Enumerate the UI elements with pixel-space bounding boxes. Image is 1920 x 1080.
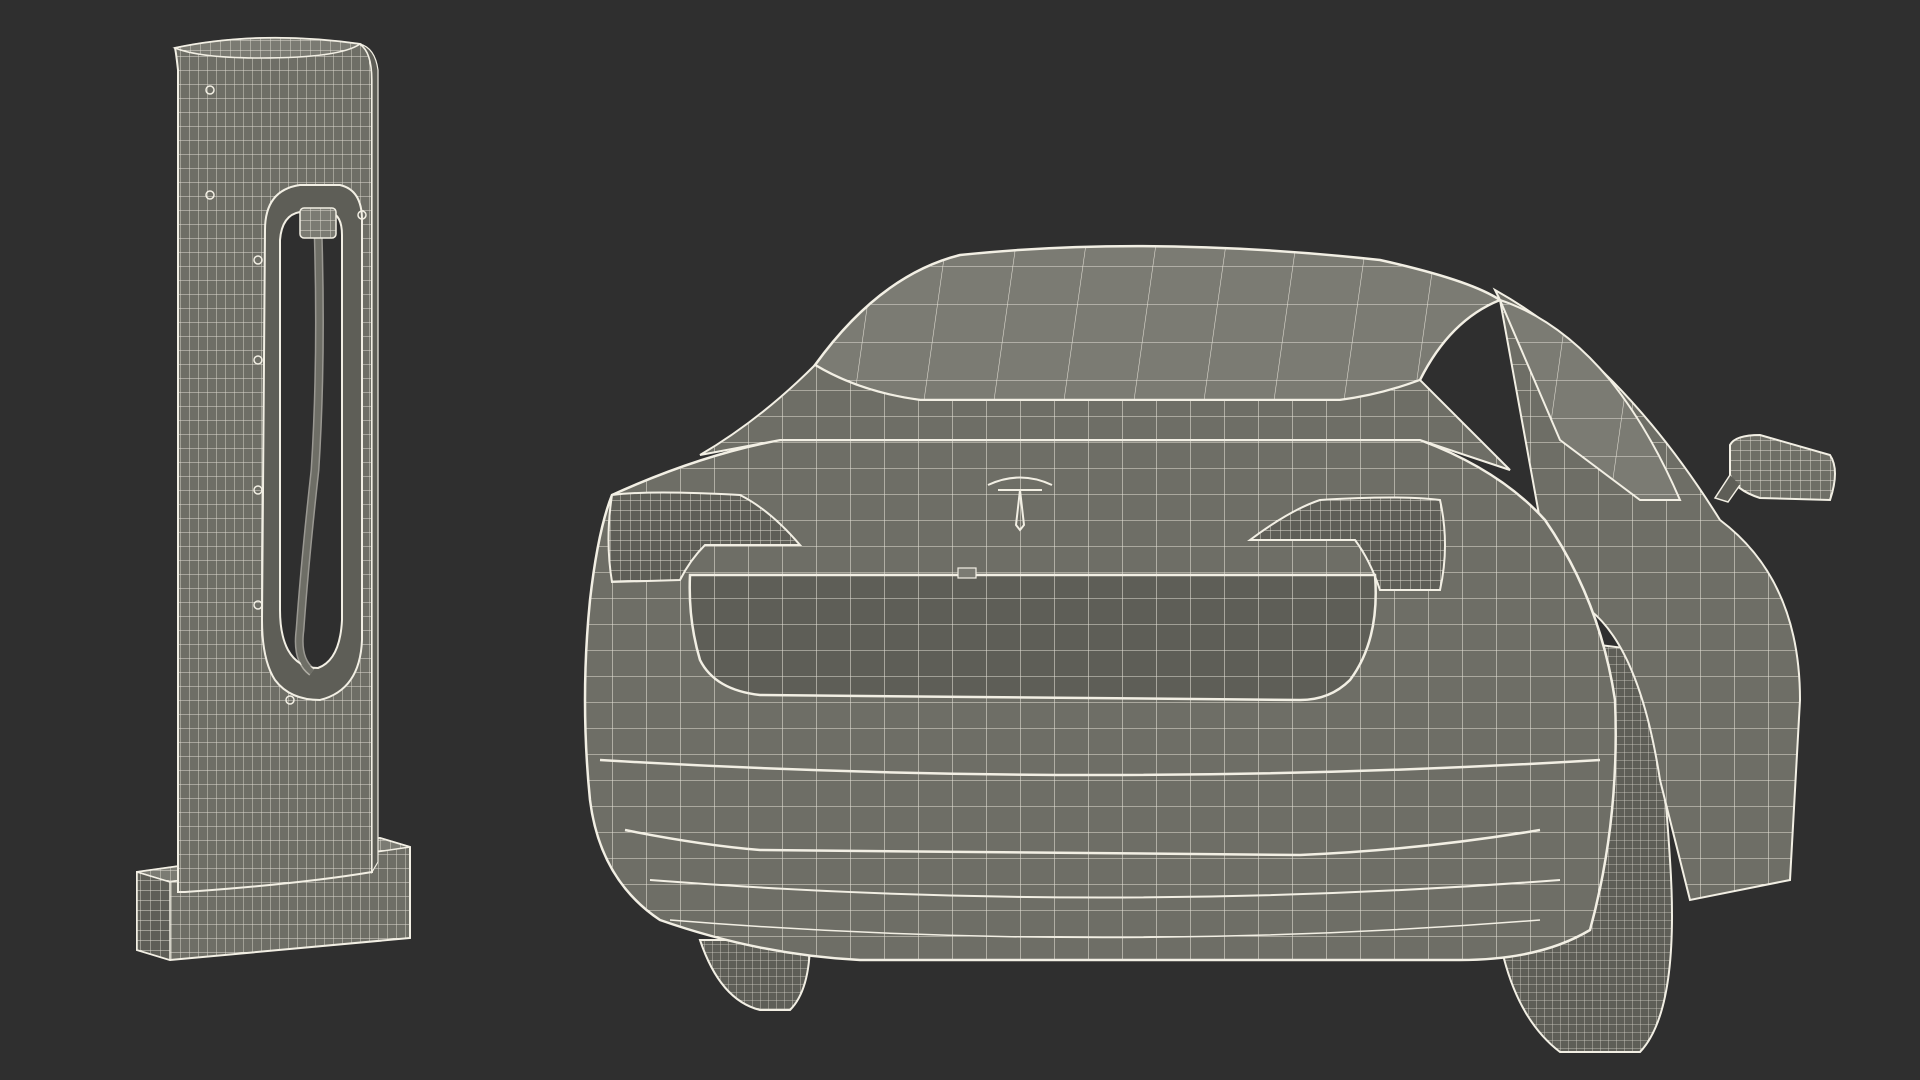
- car-license-plate-recess: [688, 573, 1377, 702]
- station-cable-loop: [260, 184, 363, 702]
- car-rear-window: [699, 244, 1511, 471]
- car-side-mirror: [1713, 433, 1836, 503]
- electric-car: [583, 244, 1836, 1053]
- render-viewport: [0, 0, 1920, 1080]
- car-rear-camera: [957, 567, 977, 579]
- charging-station: [136, 36, 411, 962]
- wireframe-render: [136, 36, 1836, 1053]
